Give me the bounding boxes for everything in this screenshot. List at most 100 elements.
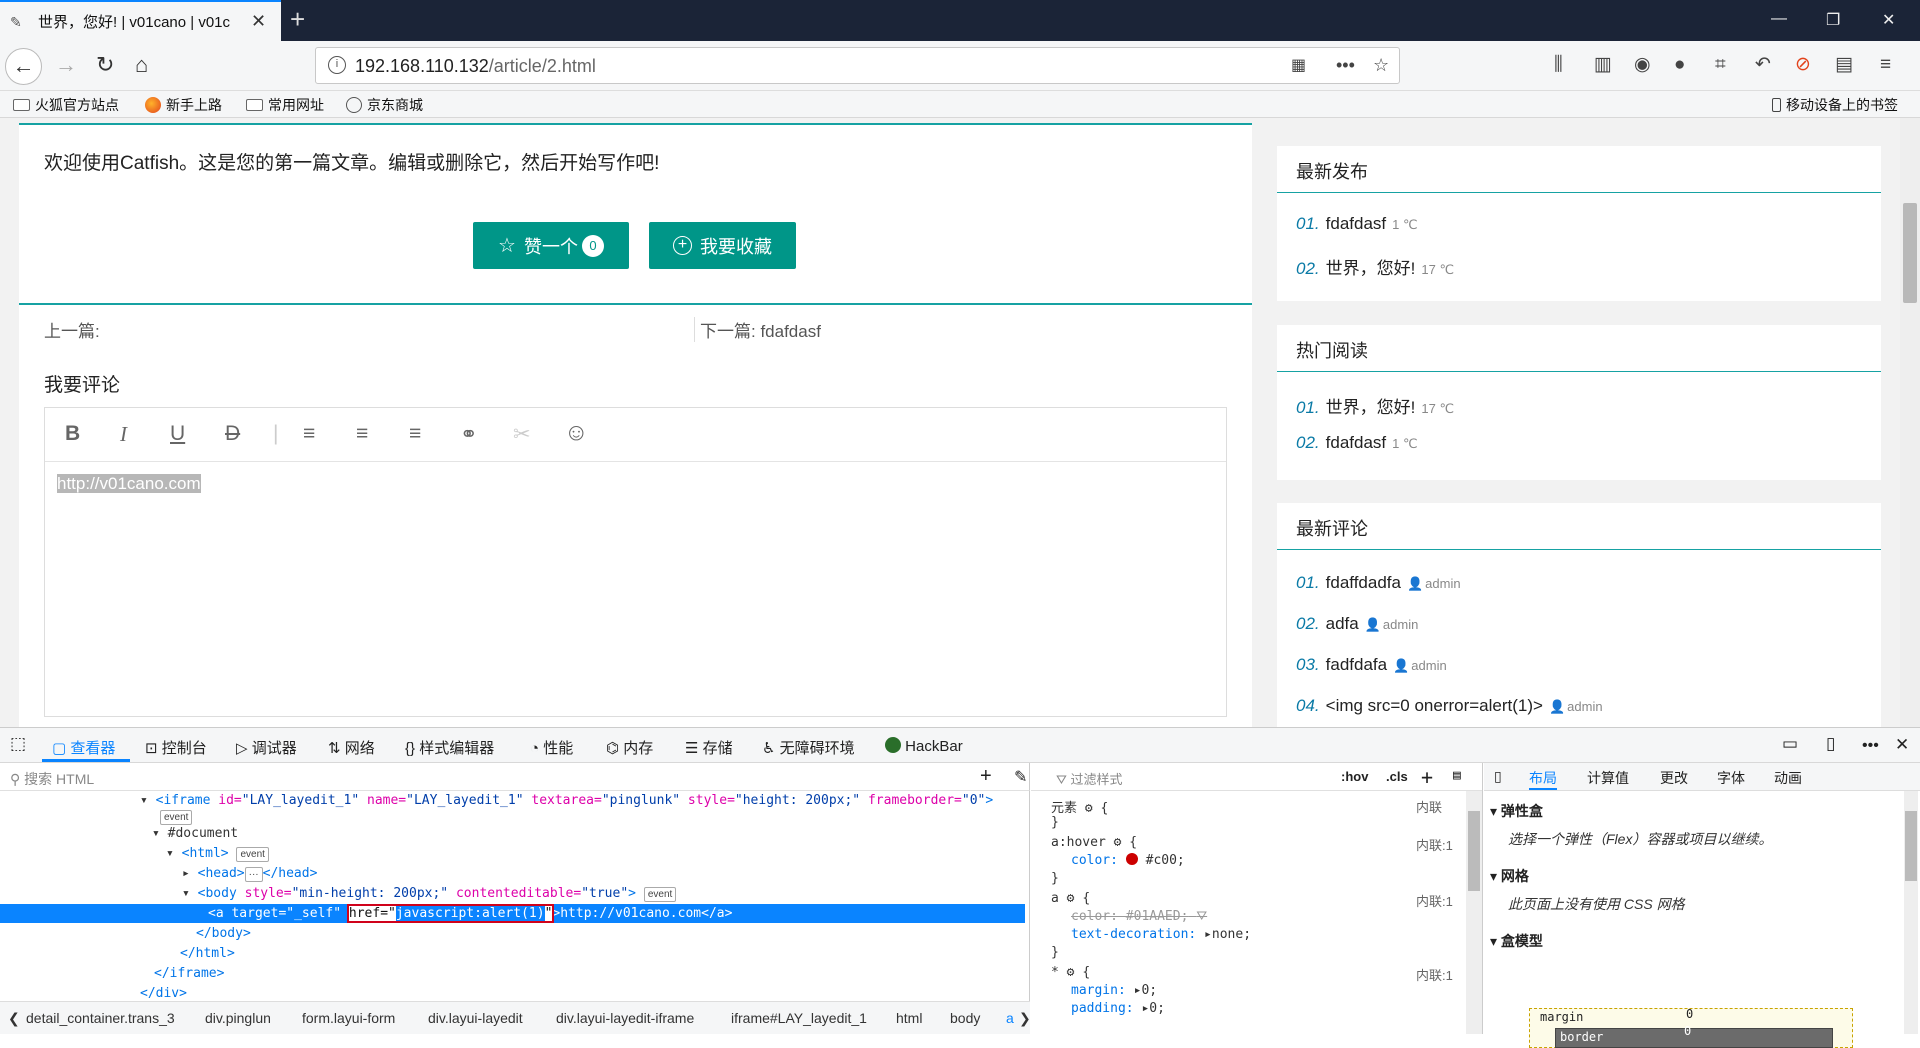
bold-icon[interactable]: B [65,422,80,446]
tab-debugger[interactable]: ▷ 调试器 [236,737,297,758]
breadcrumb-item[interactable]: detail_container.trans_3 [26,1010,175,1026]
devtools-close-icon[interactable]: ✕ [1895,735,1909,755]
scrollbar-thumb[interactable] [1468,811,1480,891]
tree-node-body[interactable]: ▾ <body style="min-height: 200px;" conte… [182,884,677,903]
block-icon[interactable]: ⊘ [1795,55,1811,75]
dock-icon[interactable]: ▭ [1782,734,1798,754]
rule-declaration-overridden[interactable]: color: #01AAED; ⛛ [1071,909,1207,924]
class-toggle[interactable]: .cls [1386,769,1408,784]
filter-styles-input[interactable]: ⛛ 过滤样式 [1056,769,1123,788]
tab-storage[interactable]: ☰ 存储 [685,737,733,758]
breadcrumb-back-icon[interactable]: ❮ [8,1010,20,1027]
back-button-icon[interactable]: ← [5,48,42,85]
tab-memory[interactable]: ⌬ 内存 [606,737,653,758]
html-search-input[interactable]: ⚲ 搜索 HTML [10,769,94,789]
hot-read-item[interactable]: 02. fdafdasf 1 ℃ [1296,433,1418,453]
comment-item[interactable]: 02. adfa 👤 admin [1296,614,1418,634]
reload-icon[interactable]: ↻ [96,53,114,77]
breadcrumb-item[interactable]: body [950,1010,980,1026]
bookmark-common-sites[interactable]: 常用网址 [246,95,324,115]
tree-node-close-html[interactable]: </html> [180,944,235,963]
grid-section-header[interactable]: ▾ 网格 [1490,866,1529,886]
minimize-icon[interactable]: — [1771,10,1787,28]
container-icon[interactable]: ▤ [1835,55,1853,75]
home-icon[interactable]: ⌂ [135,53,148,77]
add-node-icon[interactable]: + [980,765,992,788]
comment-item[interactable]: 01. fdaffdadfa 👤 admin [1296,573,1461,593]
bookmark-mobile[interactable]: 移动设备上的书签 [1772,95,1898,115]
hover-toggle[interactable]: :hov [1341,769,1368,784]
tab-changes[interactable]: 更改 [1660,768,1688,788]
layout-scrollbar[interactable] [1904,791,1918,1034]
url-text[interactable]: 192.168.110.132/article/2.html [355,56,596,77]
tree-node-anchor-selected[interactable]: <a target="_self" href="javascript:alert… [0,904,1025,923]
undo-icon[interactable]: ↶ [1755,55,1771,75]
tree-node-close-div[interactable]: </div> [140,984,187,1001]
breadcrumb-forward-icon[interactable]: ❯ [1019,1010,1031,1027]
next-article-link[interactable]: 下一篇: fdafdasf [694,317,821,342]
active-tab[interactable]: ✎ 世界，您好! | v01cano | v01c ✕ [0,0,281,41]
prev-article-link[interactable]: 上一篇: [44,317,100,342]
box-border-value[interactable]: 0 [1684,1024,1691,1038]
box-model-section-header[interactable]: ▾ 盒模型 [1490,931,1543,951]
comment-item[interactable]: 04. <img src=0 onerror=alert(1)> 👤 admin [1296,696,1603,716]
bookmark-getting-started[interactable]: 新手上路 [145,95,222,115]
tab-fonts[interactable]: 字体 [1717,768,1745,788]
rule-source[interactable]: 内联 [1416,800,1442,815]
rule-a-hover[interactable]: a:hover ⚙ { [1051,835,1137,850]
menu-icon[interactable]: ≡ [1880,55,1891,75]
italic-icon[interactable]: I [120,422,127,447]
element-picker-icon[interactable]: ⬚ [10,734,26,754]
breadcrumb-item-current[interactable]: a [1006,1010,1014,1026]
tree-node-close-iframe[interactable]: </iframe> [154,964,224,983]
rule-declaration[interactable]: text-decoration: ▸none; [1071,927,1251,942]
devtools-menu-icon[interactable]: ••• [1862,737,1879,755]
rule-element[interactable]: 元素 ⚙ { [1051,797,1108,816]
forward-button-icon[interactable]: → [55,53,77,77]
color-swatch[interactable] [1125,853,1138,865]
account-icon[interactable]: ◉ [1634,55,1651,75]
rule-declaration[interactable]: padding: ▸0; [1071,1001,1165,1016]
tab-hackbar[interactable]: HackBar [885,737,963,755]
bookmark-jd[interactable]: 京东商城 [346,95,423,115]
tree-node-iframe[interactable]: ▾ <iframe id="LAY_layedit_1" name="LAY_l… [140,791,993,810]
underline-icon[interactable]: U [170,422,185,446]
tab-performance[interactable]: ◔ 性能 [530,737,573,758]
sidebar-toggle-icon[interactable]: ▯ [1494,768,1502,785]
favorite-button[interactable]: + 我要收藏 [649,222,796,269]
box-margin-value[interactable]: 0 [1686,1007,1693,1021]
html-tree[interactable]: ▾ <iframe id="LAY_layedit_1" name="LAY_l… [0,791,1030,1001]
rule-declaration[interactable]: color: #c00; [1071,853,1185,868]
print-media-icon[interactable]: ▤ [1453,768,1461,783]
latest-post-item[interactable]: 01. fdafdasf 1 ℃ [1296,214,1418,234]
rule-source[interactable]: 内联:1 [1416,894,1453,909]
chat-icon[interactable]: ● [1674,55,1685,75]
breadcrumb-item[interactable]: div.layui-layedit-iframe [556,1010,694,1026]
editor-content[interactable]: http://v01cano.com [57,474,201,494]
tab-network[interactable]: ⇅ 网络 [328,737,375,758]
page-actions-icon[interactable]: ••• [1336,55,1355,76]
new-tab-icon[interactable]: + [290,6,305,32]
tree-node-close-body[interactable]: </body> [196,924,251,943]
rule-universal[interactable]: * ⚙ { [1051,965,1090,980]
scrollbar-thumb[interactable] [1905,811,1917,881]
bookmark-firefox-site[interactable]: 火狐官方站点 [13,95,119,115]
breadcrumb-item[interactable]: div.layui-layedit [428,1010,523,1026]
tab-style-editor[interactable]: {} 样式编辑器 [405,737,494,758]
tab-accessibility[interactable]: ♿ 无障碍环境 [762,737,855,758]
rule-a[interactable]: a ⚙ { [1051,891,1090,906]
hot-read-item[interactable]: 01. 世界，您好! 17 ℃ [1296,393,1454,418]
split-console-icon[interactable]: ▯ [1826,734,1835,754]
tree-node-head[interactable]: ▸ <head> ··· </head> [182,864,317,883]
url-bar[interactable]: i 192.168.110.132/article/2.html ▦ ••• ☆ [315,47,1400,84]
tree-node-html[interactable]: ▾ <html> event [166,844,269,863]
align-center-icon[interactable]: ≡ [356,422,368,446]
breadcrumb-item[interactable]: form.layui-form [302,1010,395,1026]
eyedropper-icon[interactable]: ✎ [1014,767,1027,787]
screenshot-icon[interactable]: ⌗ [1715,55,1726,75]
scrollbar-thumb[interactable] [1903,203,1917,303]
tab-layout[interactable]: 布局 [1529,768,1557,790]
add-rule-icon[interactable]: + [1421,765,1433,789]
like-button[interactable]: ☆ 赞一个 0 [473,222,629,269]
align-left-icon[interactable]: ≡ [303,422,315,446]
